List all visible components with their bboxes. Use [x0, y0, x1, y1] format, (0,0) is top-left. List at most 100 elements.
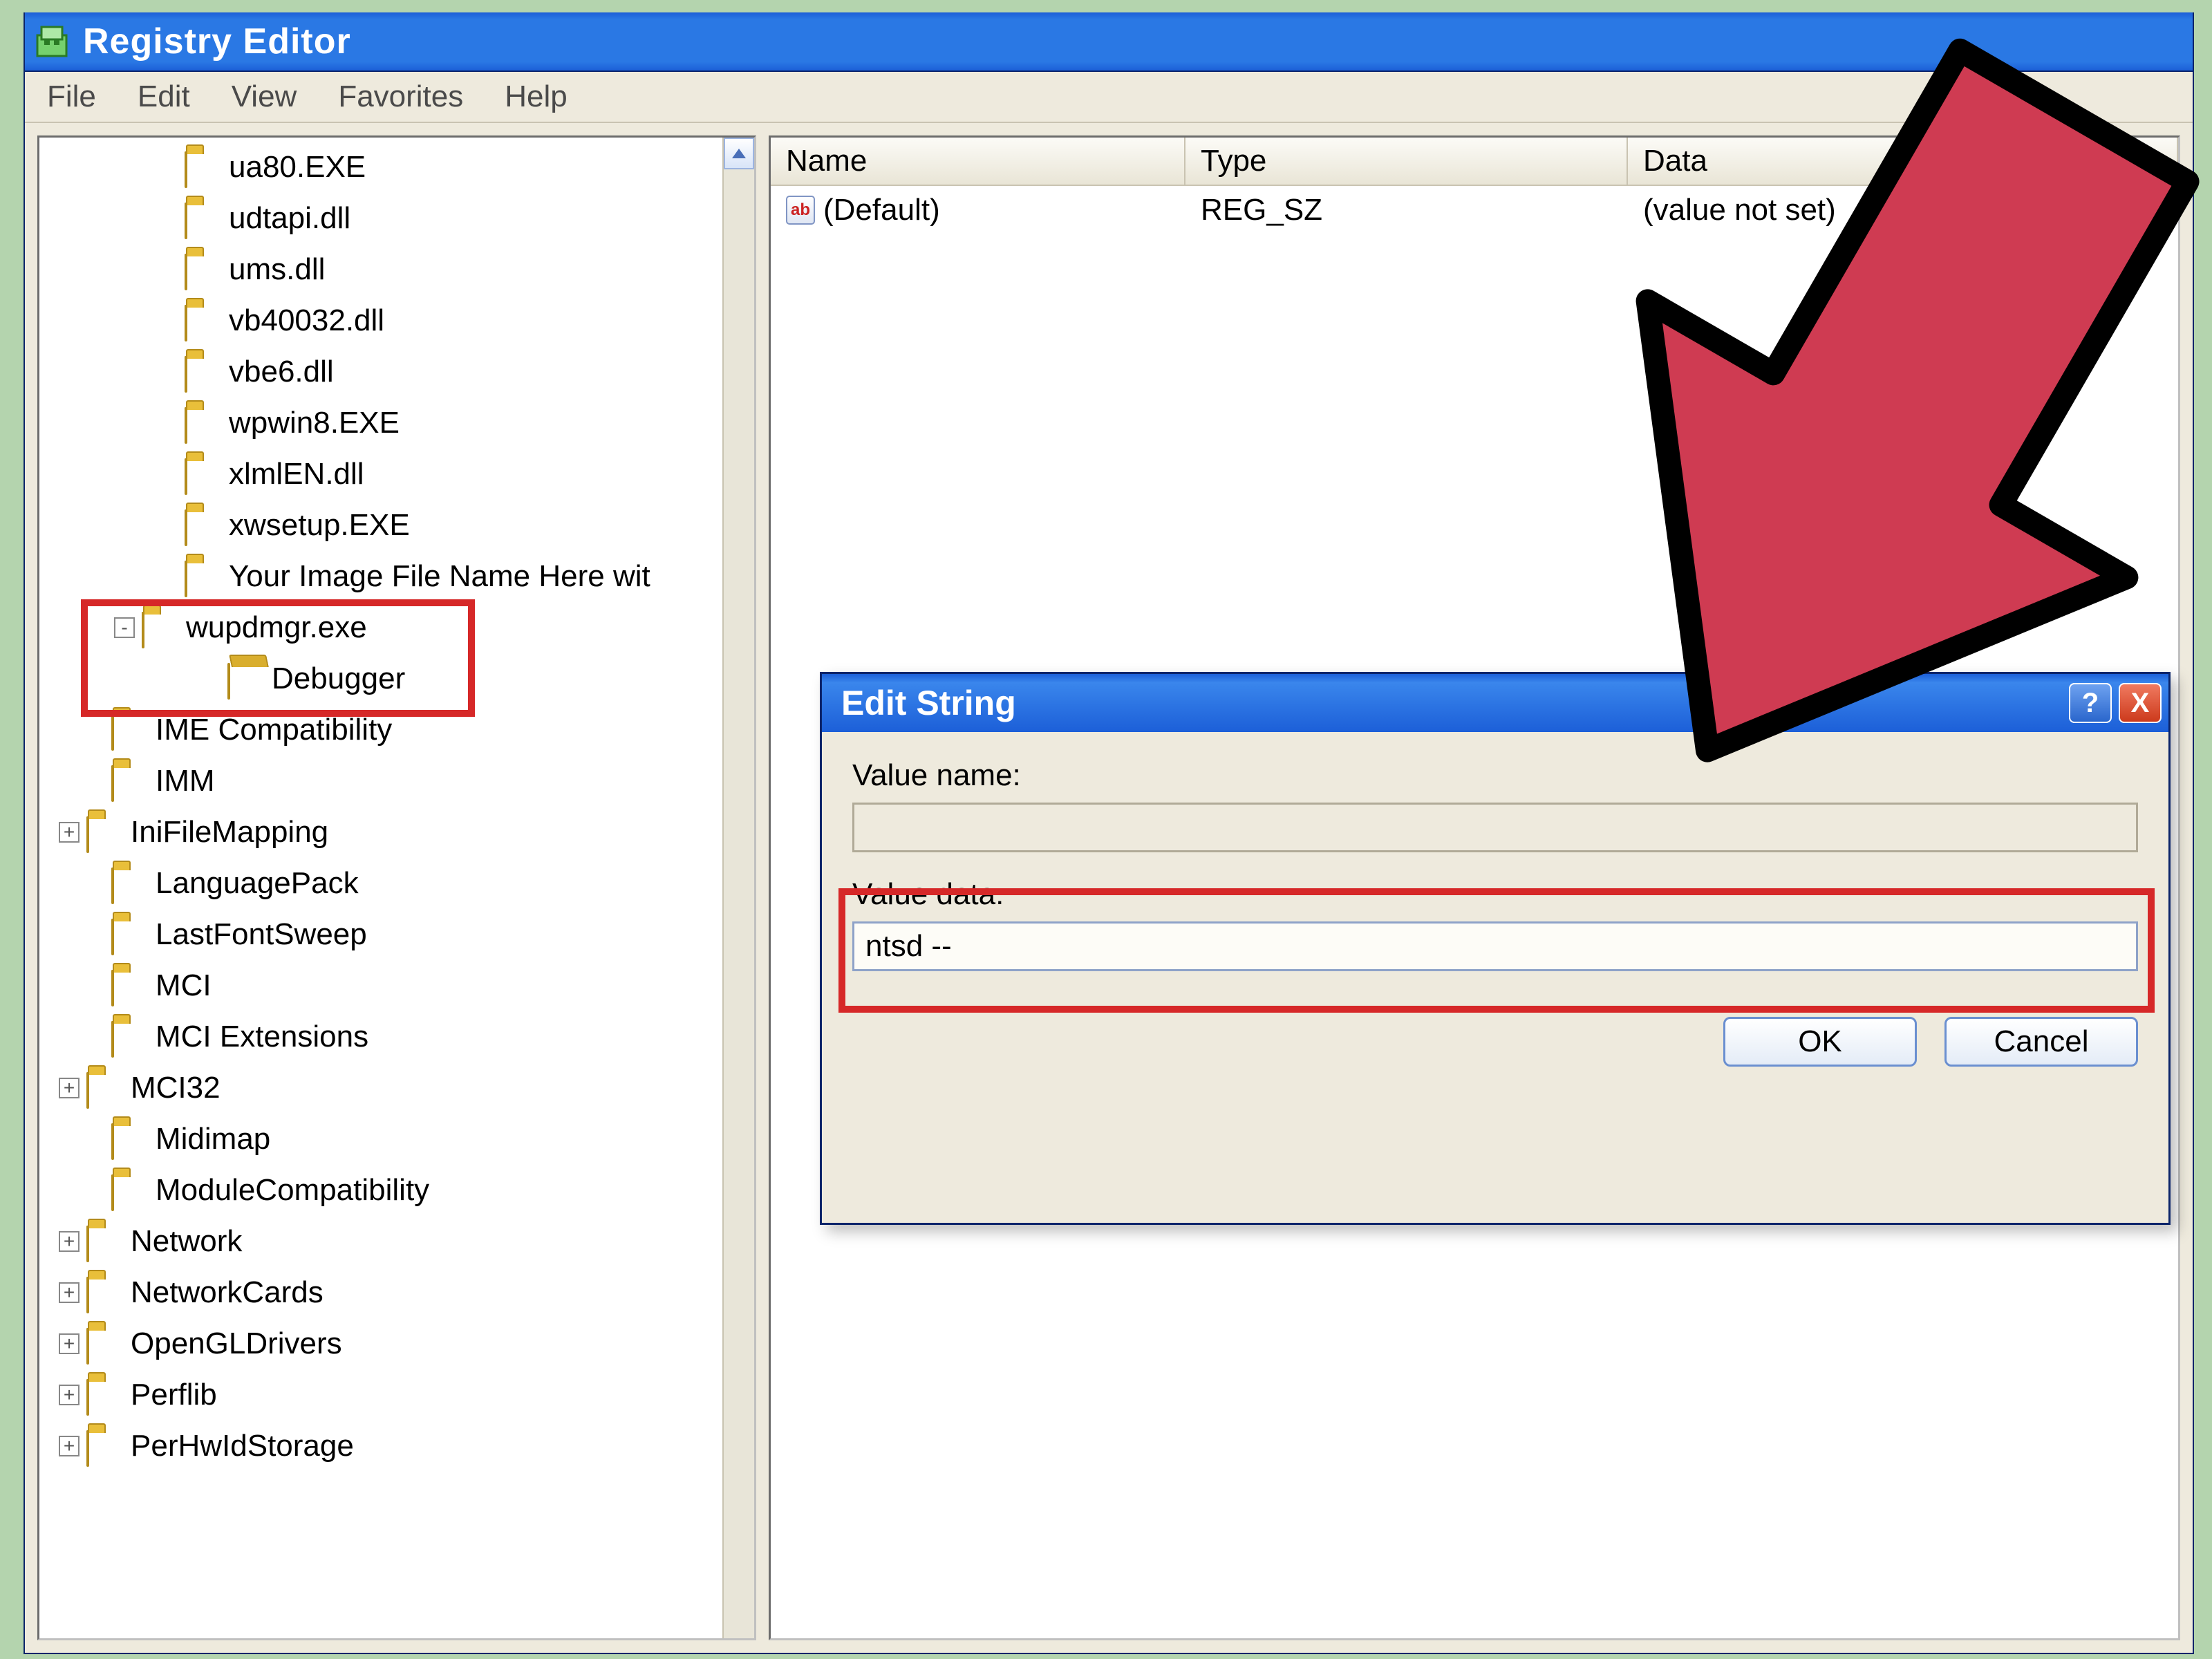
folder-closed-icon: [185, 562, 221, 591]
close-button[interactable]: X: [2119, 683, 2162, 723]
tree-item-label: MCI32: [131, 1071, 221, 1105]
tree-item-label: vbe6.dll: [229, 355, 334, 389]
expander-icon: [157, 464, 178, 485]
col-header-type[interactable]: Type: [1185, 138, 1628, 185]
expander-icon[interactable]: +: [59, 1282, 79, 1303]
expander-icon: [200, 668, 221, 689]
expander-icon: [157, 515, 178, 536]
tree-item-label: udtapi.dll: [229, 201, 350, 236]
titlebar[interactable]: Registry Editor: [25, 12, 2193, 72]
tree-item-label: xwsetup.EXE: [229, 508, 410, 543]
expander-icon[interactable]: -: [114, 617, 135, 638]
tree-item[interactable]: +Perflib: [39, 1369, 754, 1421]
tree-item-label: Your Image File Name Here wit: [229, 559, 650, 594]
tree-item[interactable]: Midimap: [39, 1114, 754, 1165]
tree-item-label: Network: [131, 1224, 242, 1259]
scroll-up-button[interactable]: [724, 138, 754, 169]
tree-item-label: vb40032.dll: [229, 303, 384, 338]
expander-icon[interactable]: +: [59, 1385, 79, 1405]
expander-icon[interactable]: +: [59, 1231, 79, 1252]
tree-item[interactable]: xwsetup.EXE: [39, 500, 754, 551]
folder-closed-icon: [111, 715, 147, 744]
expander-icon: [157, 259, 178, 280]
tree-item[interactable]: IMM: [39, 756, 754, 807]
folder-closed-icon: [111, 1176, 147, 1205]
tree-item[interactable]: + NetworkCards: [39, 1267, 754, 1318]
folder-closed-icon: [86, 1227, 122, 1256]
tree-item[interactable]: + IniFileMapping: [39, 807, 754, 858]
ok-button[interactable]: OK: [1723, 1017, 1917, 1067]
folder-closed-icon: [185, 153, 221, 182]
tree-item[interactable]: + Network: [39, 1216, 754, 1267]
expander-icon: [157, 310, 178, 331]
tree-item-label: NetworkCards: [131, 1275, 324, 1310]
folder-closed-icon: [111, 869, 147, 898]
expander-icon: [157, 362, 178, 382]
tree-item-label: LastFontSweep: [156, 917, 367, 952]
tree-item[interactable]: wpwin8.EXE: [39, 397, 754, 449]
tree-item[interactable]: ModuleCompatibility: [39, 1165, 754, 1216]
tree-item-label: wupdmgr.exe: [186, 610, 367, 645]
tree-item[interactable]: - wupdmgr.exe: [39, 602, 754, 653]
registry-tree[interactable]: ua80.EXE udtapi.dll ums.dll vb40032.dll vbe6…: [37, 135, 756, 1640]
expander-icon[interactable]: +: [59, 1078, 79, 1098]
tree-item[interactable]: + OpenGLDrivers: [39, 1318, 754, 1369]
menu-favorites[interactable]: Favorites: [330, 75, 471, 118]
expander-icon[interactable]: +: [59, 822, 79, 843]
tree-item-label: IMM: [156, 764, 215, 798]
value-type-cell: REG_SZ: [1185, 189, 1628, 232]
tree-item[interactable]: + MCI32: [39, 1062, 754, 1114]
tree-item-label: IME Compatibility: [156, 713, 392, 747]
expander-icon: [84, 1027, 104, 1047]
expander-icon[interactable]: +: [59, 1436, 79, 1456]
tree-item-label: OpenGLDrivers: [131, 1327, 342, 1361]
tree-item[interactable]: vbe6.dll: [39, 346, 754, 397]
menu-view[interactable]: View: [223, 75, 306, 118]
menubar: File Edit View Favorites Help: [25, 72, 2193, 123]
close-icon: X: [2131, 688, 2150, 719]
tree-item-label: IniFileMapping: [131, 815, 328, 850]
tree-item[interactable]: LanguagePack: [39, 858, 754, 909]
col-header-name[interactable]: Name: [771, 138, 1185, 185]
tree-item[interactable]: Your Image File Name Here wit: [39, 551, 754, 602]
value-data-input[interactable]: [852, 921, 2138, 971]
cancel-button[interactable]: Cancel: [1944, 1017, 2138, 1067]
menu-edit[interactable]: Edit: [129, 75, 198, 118]
expander-icon: [84, 720, 104, 740]
tree-item[interactable]: xlmlEN.dll: [39, 449, 754, 500]
tree-item[interactable]: vb40032.dll: [39, 295, 754, 346]
list-row[interactable]: ab (Default) REG_SZ (value not set): [771, 186, 2178, 234]
folder-closed-icon: [185, 511, 221, 540]
tree-item[interactable]: MCI Extensions: [39, 1011, 754, 1062]
tree-item[interactable]: ua80.EXE: [39, 142, 754, 193]
tree-item[interactable]: Debugger: [39, 653, 754, 704]
folder-closed-icon: [86, 1278, 122, 1307]
expander-icon: [84, 1129, 104, 1150]
dialog-titlebar[interactable]: Edit String ? X: [822, 674, 2168, 732]
tree-item-label: MCI Extensions: [156, 1020, 368, 1054]
tree-item-label: ums.dll: [229, 252, 325, 287]
menu-help[interactable]: Help: [496, 75, 576, 118]
tree-item[interactable]: udtapi.dll: [39, 193, 754, 244]
folder-closed-icon: [86, 818, 122, 847]
expander-icon[interactable]: +: [59, 1333, 79, 1354]
menu-file[interactable]: File: [39, 75, 104, 118]
folder-closed-icon: [185, 409, 221, 438]
expander-icon: [84, 924, 104, 945]
folder-open-icon: [227, 664, 263, 693]
folder-closed-icon: [86, 1380, 122, 1409]
folder-closed-icon: [111, 1125, 147, 1154]
tree-item-label: Midimap: [156, 1122, 270, 1156]
string-value-icon: ab: [786, 196, 815, 225]
tree-item[interactable]: LastFontSweep: [39, 909, 754, 960]
help-button[interactable]: ?: [2069, 683, 2112, 723]
tree-item[interactable]: +PerHwIdStorage: [39, 1421, 754, 1472]
tree-item[interactable]: ums.dll: [39, 244, 754, 295]
tree-scrollbar[interactable]: [722, 138, 754, 1638]
tree-item[interactable]: IME Compatibility: [39, 704, 754, 756]
tree-item[interactable]: MCI: [39, 960, 754, 1011]
col-header-data[interactable]: Data: [1628, 138, 2178, 185]
folder-closed-icon: [86, 1432, 122, 1461]
help-icon: ?: [2082, 688, 2099, 719]
value-name-input[interactable]: [852, 803, 2138, 852]
